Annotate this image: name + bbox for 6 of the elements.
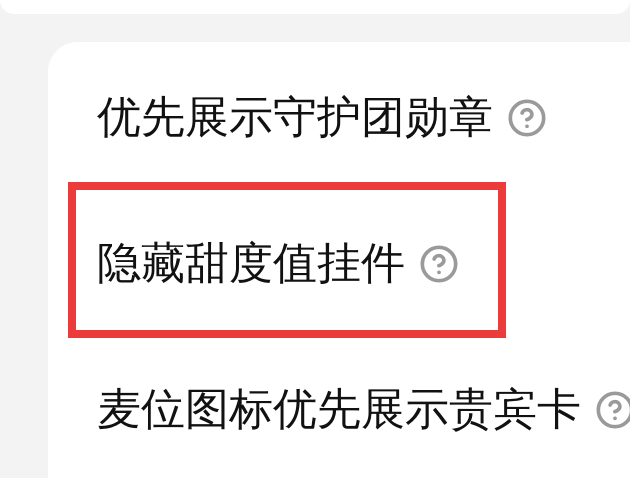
help-icon[interactable] bbox=[419, 244, 459, 284]
setting-label: 优先展示守护团勋章 bbox=[97, 96, 493, 140]
setting-label: 隐藏甜度值挂件 bbox=[97, 242, 405, 286]
setting-label: 麦位图标优先展示贵宾卡 bbox=[97, 388, 581, 432]
help-icon[interactable] bbox=[595, 390, 630, 430]
help-icon[interactable] bbox=[507, 98, 547, 138]
